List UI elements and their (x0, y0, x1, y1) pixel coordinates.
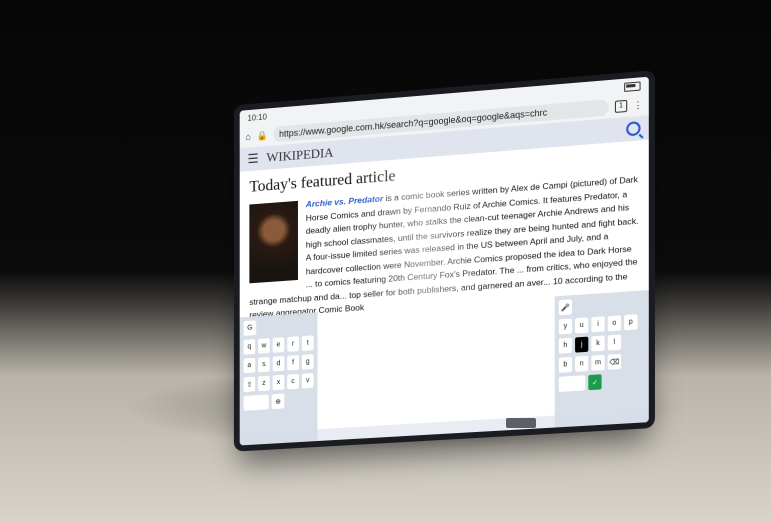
mic-icon[interactable]: 🎤 (558, 299, 573, 316)
tab-switcher-button[interactable]: 1 (614, 99, 628, 113)
key-b[interactable]: b (558, 356, 573, 373)
key-i[interactable]: i (591, 316, 605, 333)
key-w[interactable]: w (258, 338, 270, 354)
key-o[interactable]: o (607, 315, 622, 332)
send-check-icon[interactable]: ✓ (588, 374, 602, 391)
shift-icon[interactable]: ⇧ (243, 376, 256, 393)
menu-icon[interactable]: ⋮ (633, 99, 642, 111)
key-x[interactable]: x (272, 374, 285, 391)
backspace-icon[interactable]: ⌫ (607, 353, 622, 370)
key-c[interactable]: c (287, 373, 299, 390)
key-l[interactable]: l (607, 334, 622, 351)
key-a[interactable]: a (243, 357, 256, 374)
key-r[interactable]: r (287, 336, 299, 352)
key-g[interactable]: g (301, 354, 314, 370)
key-n[interactable]: n (575, 355, 589, 372)
screen-glare (356, 151, 497, 427)
key-p[interactable]: p (624, 314, 638, 331)
key-u[interactable]: u (575, 317, 589, 334)
keyboard-google-label[interactable]: G (243, 320, 257, 336)
foldable-device: 10:10 ⌂ 🔒 https://www.google.com.hk/sear… (0, 0, 771, 522)
key-j[interactable]: j (575, 336, 589, 353)
home-icon[interactable]: ⌂ (246, 132, 251, 142)
key-s[interactable]: s (258, 356, 270, 373)
globe-icon[interactable]: ⊕ (271, 393, 285, 410)
key-m[interactable]: m (591, 354, 605, 371)
keyboard-left: G q w e r t a s d f g ⇧ z x c v ⊕ (239, 312, 318, 446)
device-hinge (506, 418, 536, 428)
wiki-logo[interactable]: WIKIPEDIA (266, 145, 333, 166)
hamburger-icon[interactable]: ☰ (247, 151, 258, 168)
photo-scene: 10:10 ⌂ 🔒 https://www.google.com.hk/sear… (0, 0, 771, 522)
key-z[interactable]: z (258, 375, 270, 392)
key-y[interactable]: y (558, 318, 573, 335)
article-photo[interactable] (249, 200, 298, 284)
key-f[interactable]: f (287, 355, 299, 371)
lock-icon: 🔒 (256, 129, 268, 141)
device-screen: 10:10 ⌂ 🔒 https://www.google.com.hk/sear… (239, 76, 649, 446)
key-v[interactable]: v (301, 372, 314, 389)
key-e[interactable]: e (272, 337, 285, 353)
key-h[interactable]: h (558, 337, 573, 354)
key-d[interactable]: d (272, 355, 285, 372)
battery-icon (624, 80, 641, 92)
symbols-key[interactable] (243, 394, 269, 411)
keyboard-right: 🎤 y u i o p h j k l b n m ⌫ ✓ (554, 290, 649, 428)
key-k[interactable]: k (591, 335, 605, 352)
space-key[interactable] (558, 375, 586, 392)
status-time: 10:10 (247, 111, 267, 123)
key-t[interactable]: t (301, 335, 314, 351)
search-icon[interactable] (626, 121, 641, 137)
key-q[interactable]: q (243, 339, 256, 355)
